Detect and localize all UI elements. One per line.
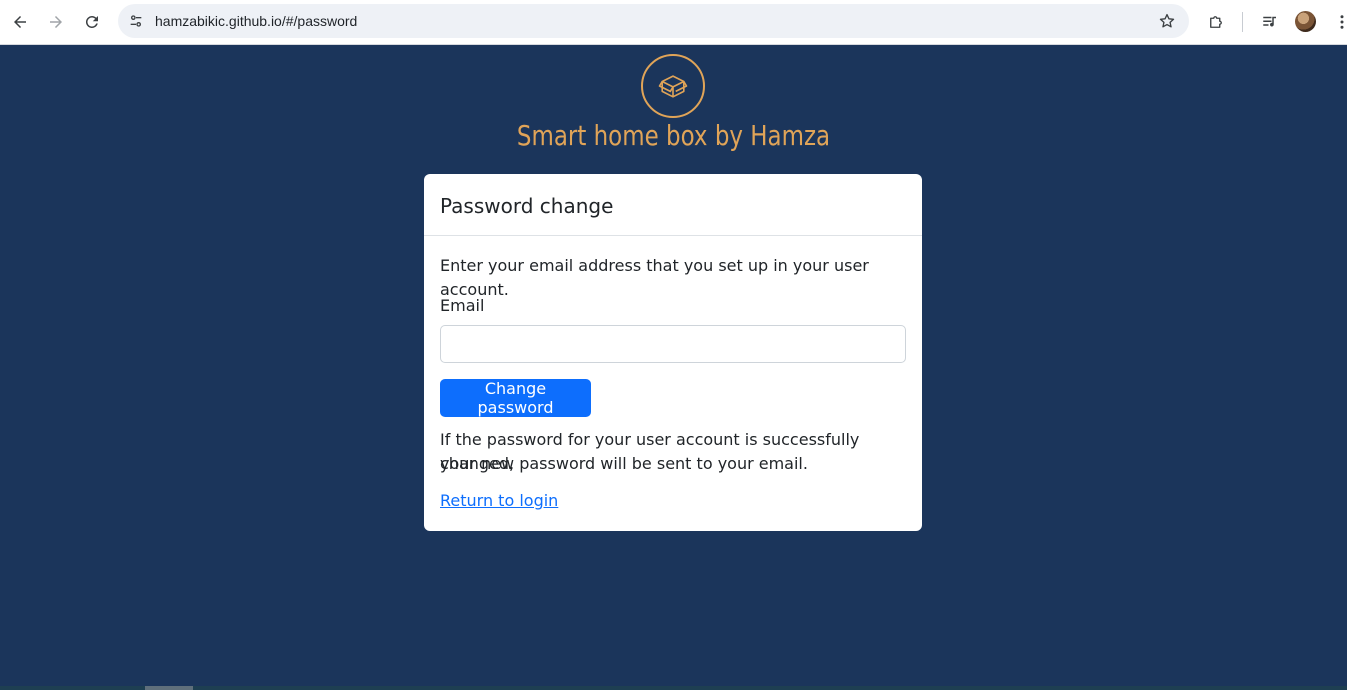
profile-avatar[interactable] — [1295, 11, 1316, 32]
brand-logo — [641, 54, 705, 118]
address-bar[interactable]: hamzabikic.github.io/#/password — [118, 4, 1189, 38]
queue-music-icon — [1263, 16, 1276, 27]
email-label: Email — [440, 296, 485, 315]
puzzle-icon — [1210, 16, 1222, 28]
bottom-scrollbar-track — [0, 686, 1347, 690]
note-text-line-2: your new password will be sent to your e… — [440, 454, 808, 473]
forward-button[interactable] — [42, 8, 70, 36]
kebab-menu-icon — [1340, 15, 1344, 29]
url-text[interactable]: hamzabikic.github.io/#/password — [155, 4, 357, 38]
scrollbar-thumb[interactable] — [145, 686, 193, 690]
site-info-button[interactable] — [124, 9, 148, 33]
card-title: Password change — [440, 194, 614, 218]
brand-title: Smart home box by Hamza — [516, 119, 831, 152]
browser-menu-button[interactable] — [1328, 8, 1347, 36]
arrow-right-icon — [50, 16, 62, 28]
back-button[interactable] — [6, 8, 34, 36]
card-header: Password change — [424, 174, 922, 236]
email-field[interactable] — [440, 325, 906, 363]
extensions-button[interactable] — [1202, 8, 1230, 36]
change-password-button[interactable]: Change password — [440, 379, 591, 417]
bookmark-button[interactable] — [1155, 9, 1179, 33]
page-content: Smart home box by Hamza Password change … — [0, 45, 1347, 690]
toolbar-divider — [1242, 12, 1243, 32]
password-change-card: Password change Enter your email address… — [424, 174, 922, 531]
reload-button[interactable] — [78, 8, 106, 36]
reload-icon — [85, 15, 98, 28]
tune-icon — [130, 15, 142, 27]
star-icon — [1159, 13, 1175, 28]
instruction-text: Enter your email address that you set up… — [440, 256, 869, 299]
return-to-login-link[interactable]: Return to login — [440, 491, 558, 510]
browser-toolbar: hamzabikic.github.io/#/password — [0, 0, 1347, 45]
media-controls-button[interactable] — [1256, 8, 1284, 36]
arrow-left-icon — [14, 16, 26, 28]
open-box-icon — [658, 75, 688, 98]
